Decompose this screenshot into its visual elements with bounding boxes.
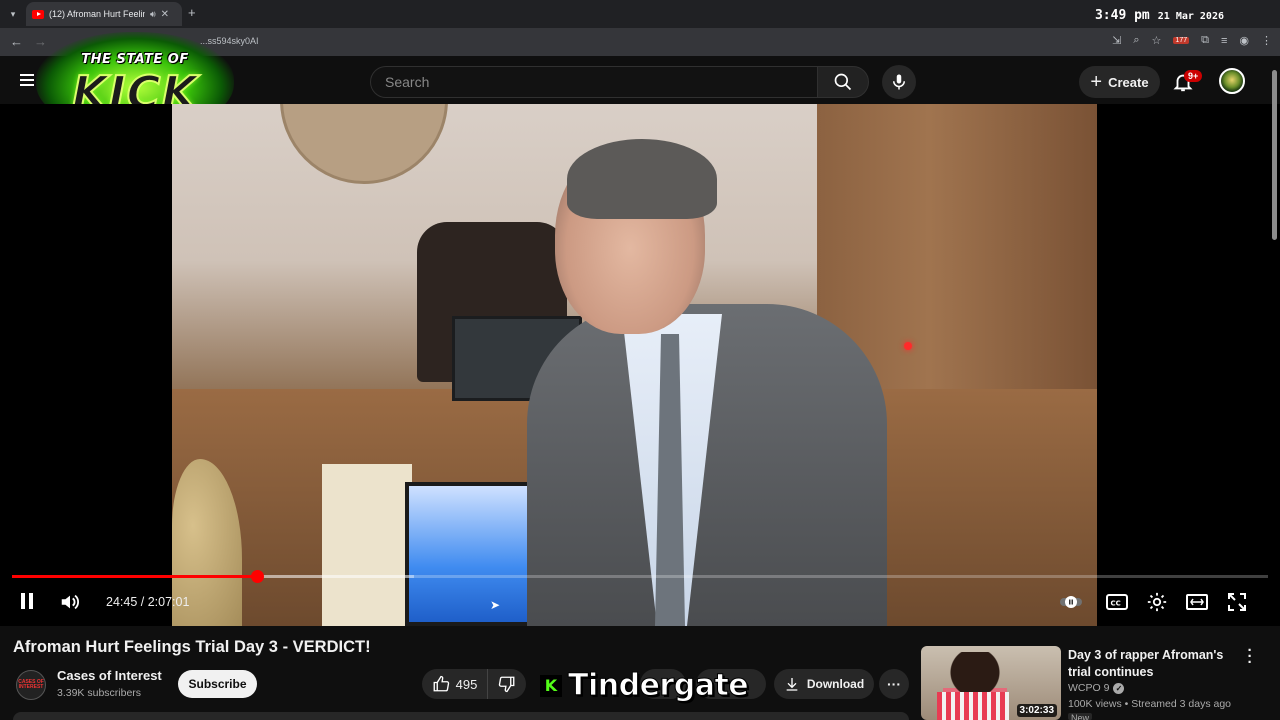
recommended-channel[interactable]: WCPO 9 ✓ [1068, 682, 1125, 694]
install-app-icon[interactable]: ⇲ [1112, 34, 1121, 47]
progress-scrubber-handle[interactable] [250, 570, 264, 583]
recommended-video-thumbnail[interactable]: 3:02:33 [921, 646, 1061, 720]
more-actions-icon[interactable]: ··· [879, 669, 909, 699]
volume-icon[interactable] [58, 590, 82, 614]
settings-gear-icon[interactable] [1145, 590, 1169, 614]
time-display: 24:45 / 2:07:01 [106, 595, 190, 609]
extensions-puzzle-icon[interactable]: ⧉ [1201, 34, 1209, 47]
progress-bar[interactable] [12, 570, 1268, 583]
recommended-menu-icon[interactable]: · · · [1244, 643, 1256, 670]
recommended-video-title[interactable]: Day 3 of rapper Afroman's trial continue… [1068, 647, 1238, 681]
pause-icon[interactable] [16, 590, 38, 612]
video-player[interactable]: 24:45 / 2:07:01 ➤ CC [0, 104, 1280, 626]
tab-audio-icon[interactable]: 🔊︎ [150, 9, 156, 20]
overlay-clock: 3:49 pm 21 Mar 2026 [1095, 8, 1224, 23]
channel-avatar[interactable]: CASES OF INTEREST [16, 670, 46, 700]
create-label: Create [1108, 74, 1149, 90]
dislike-button[interactable] [488, 669, 526, 699]
media-controls-icon[interactable]: ≡ [1221, 35, 1227, 47]
tindergate-overlay-caption: K Tindergate [540, 668, 749, 704]
plus-icon: + [1090, 71, 1103, 93]
thumbs-up-icon [433, 675, 449, 692]
extension-badge[interactable]: 177 [1173, 37, 1190, 44]
voice-search-button[interactable] [882, 65, 916, 99]
video-frame[interactable] [172, 104, 1097, 626]
progress-played [12, 575, 257, 578]
page-scrollbar[interactable] [1272, 70, 1277, 240]
address-bar-actions: ⇲ ⌕ ☆ 177 ⧉ ≡ ◉ ⋮ [1112, 34, 1272, 47]
subscriber-count: 3.39K subscribers [57, 687, 142, 699]
search-button[interactable] [817, 66, 869, 98]
channel-name[interactable]: Cases of Interest [57, 668, 162, 683]
notifications-count-badge: 9+ [1184, 70, 1203, 82]
microphone-icon [893, 74, 905, 90]
tab-close-icon[interactable]: ✕ [161, 9, 169, 20]
court-seal [280, 104, 448, 184]
download-button[interactable]: Download [774, 669, 874, 699]
bookmark-star-icon[interactable]: ☆ [1152, 34, 1162, 47]
tab-title: (12) Afroman Hurt Feelings [49, 9, 145, 19]
recommended-meta: 100K views • Streamed 3 days ago [1068, 698, 1232, 710]
download-label: Download [806, 677, 865, 691]
video-title: Afroman Hurt Feelings Trial Day 3 - VERD… [13, 638, 371, 656]
thumbs-down-icon [498, 676, 515, 693]
download-icon [786, 678, 798, 691]
search-input[interactable] [385, 74, 803, 90]
create-button[interactable]: + Create [1079, 66, 1160, 98]
like-dislike-group: 495 [422, 669, 526, 699]
theater-mode-icon[interactable] [1185, 590, 1209, 614]
description-box[interactable] [13, 712, 909, 720]
like-count: 495 [455, 676, 478, 692]
clock-date: 21 Mar 2026 [1157, 11, 1224, 22]
like-button[interactable]: 495 [422, 669, 488, 699]
youtube-favicon-icon [32, 9, 44, 19]
clock-time: 3:49 pm [1094, 8, 1150, 23]
new-badge: New [1068, 713, 1093, 720]
zoom-icon[interactable]: ⌕ [1133, 34, 1139, 47]
profile-icon[interactable]: ◉ [1239, 34, 1249, 47]
browser-tab-active[interactable]: (12) Afroman Hurt Feelings 🔊︎ ✕ [26, 2, 182, 26]
account-avatar[interactable] [1219, 68, 1245, 94]
browser-menu-icon[interactable]: ⋮ [1261, 34, 1272, 47]
mouse-cursor-icon: ➤ [490, 598, 501, 612]
kick-k-icon: K [540, 674, 562, 697]
tab-search-chevron-icon[interactable]: ▾ [4, 5, 22, 23]
back-arrow-icon[interactable]: ← [10, 34, 23, 49]
autoplay-toggle-icon[interactable] [1060, 590, 1084, 614]
search-icon [834, 73, 852, 91]
logo-top-text: THE STATE OF [81, 52, 189, 67]
verified-check-icon: ✓ [1113, 682, 1125, 694]
fullscreen-icon[interactable] [1225, 590, 1249, 614]
captions-icon[interactable]: CC [1105, 590, 1129, 614]
subscribe-button[interactable]: Subscribe [178, 670, 257, 698]
search-box[interactable] [370, 66, 818, 98]
svg-text:CC: CC [1111, 600, 1121, 608]
new-tab-icon[interactable]: + [188, 5, 196, 20]
recommended-channel-name: WCPO 9 [1068, 682, 1110, 694]
tindergate-text: Tindergate [567, 668, 749, 704]
recommended-duration: 3:02:33 [1016, 704, 1057, 717]
